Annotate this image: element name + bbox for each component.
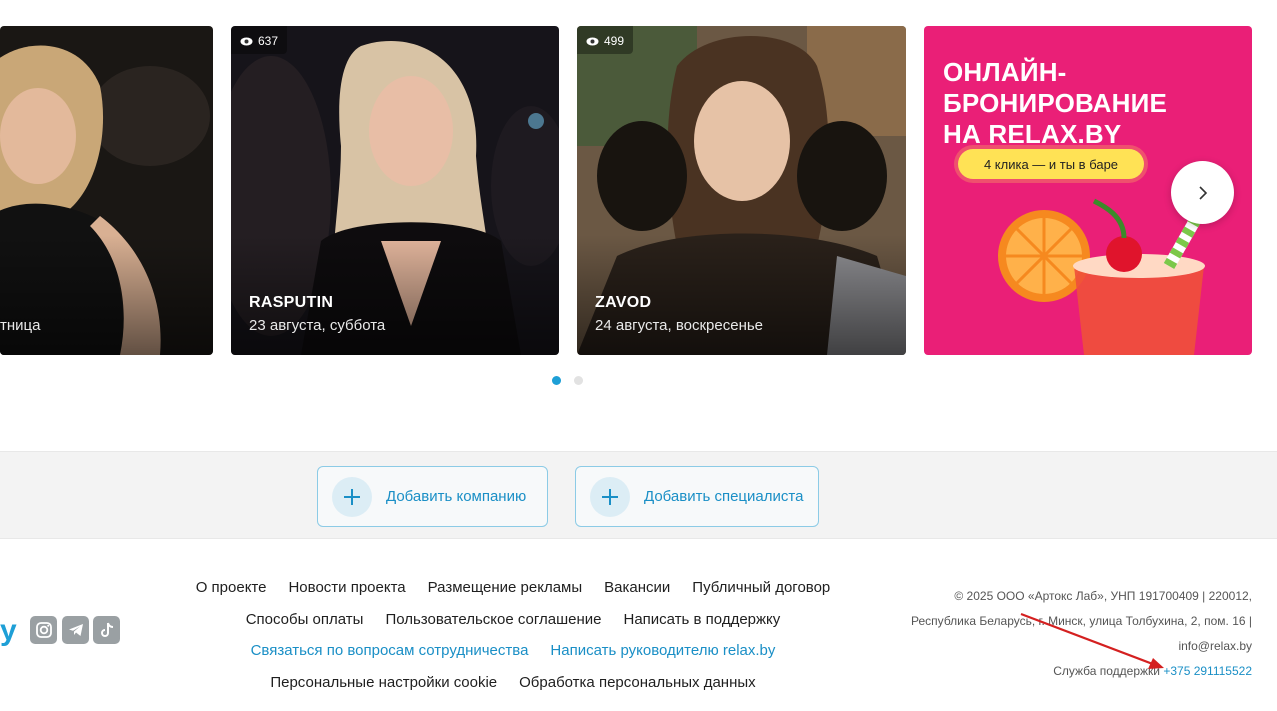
event-card-rasputin[interactable]: 637 RASPUTIN 23 августа, суббота bbox=[231, 26, 559, 355]
plus-icon bbox=[332, 476, 372, 517]
add-company-label: Добавить компанию bbox=[386, 488, 527, 505]
add-specialist-button[interactable]: Добавить специалиста bbox=[575, 466, 819, 527]
pagination-dot[interactable] bbox=[574, 376, 583, 385]
legal-email[interactable]: info@relax.by bbox=[892, 634, 1252, 659]
promo-pill: 4 клика — и ты в баре bbox=[958, 149, 1144, 179]
footer-link-vacancies[interactable]: Вакансии bbox=[604, 579, 670, 596]
view-counter: 499 bbox=[577, 26, 634, 54]
footer-link-about[interactable]: О проекте bbox=[196, 579, 267, 596]
card-shade bbox=[0, 235, 213, 355]
add-listing-band: Добавить компанию Добавить специалиста bbox=[0, 451, 1277, 539]
footer-link-cooperation[interactable]: Связаться по вопросам сотрудничества bbox=[251, 642, 529, 659]
footer-link-advertising[interactable]: Размещение рекламы bbox=[428, 579, 583, 596]
footer-link-public-contract[interactable]: Публичный договор bbox=[692, 579, 830, 596]
support-label: Служба поддержки bbox=[1053, 664, 1160, 678]
footer-link-cookie-settings[interactable]: Персональные настройки cookie bbox=[270, 674, 497, 691]
instagram-icon[interactable] bbox=[30, 616, 57, 644]
footer-link-user-agreement[interactable]: Пользовательское соглашение bbox=[385, 611, 601, 628]
event-venue: RASPUTIN bbox=[249, 294, 334, 311]
event-venue: ZAVOD bbox=[595, 294, 652, 311]
page: тница 637 RASPUTIN 23 августа, суббота 4… bbox=[0, 0, 1277, 711]
footer-link-payment[interactable]: Способы оплаты bbox=[246, 611, 364, 628]
eye-icon bbox=[586, 37, 599, 45]
footer-links-row: Персональные настройки cookie Обработка … bbox=[170, 667, 856, 699]
views-count: 637 bbox=[258, 34, 279, 48]
footer-links-row: Связаться по вопросам сотрудничества Нап… bbox=[170, 635, 856, 667]
event-date: 24 августа, воскресенье bbox=[595, 317, 764, 334]
telegram-icon[interactable] bbox=[62, 616, 89, 644]
event-date: 23 августа, суббота bbox=[249, 317, 386, 334]
event-card-zavod[interactable]: 499 ZAVOD 24 августа, воскресенье bbox=[577, 26, 906, 355]
site-logo-fragment[interactable]: y bbox=[0, 614, 17, 648]
carousel-next-button[interactable] bbox=[1171, 161, 1234, 224]
footer-links-row: О проекте Новости проекта Размещение рек… bbox=[170, 572, 856, 604]
tiktok-icon[interactable] bbox=[93, 616, 120, 644]
add-specialist-label: Добавить специалиста bbox=[644, 488, 804, 505]
support-line: Служба поддержки +375 291115522 bbox=[892, 659, 1252, 684]
support-phone-link[interactable]: +375 291115522 bbox=[1163, 664, 1252, 678]
footer-links: О проекте Новости проекта Размещение рек… bbox=[170, 572, 856, 698]
add-company-button[interactable]: Добавить компанию bbox=[317, 466, 548, 527]
chevron-right-icon bbox=[1198, 185, 1207, 200]
footer-link-news[interactable]: Новости проекта bbox=[288, 579, 405, 596]
carousel-pagination bbox=[552, 376, 583, 385]
footer-link-support[interactable]: Написать в поддержку bbox=[624, 611, 781, 628]
legal-line: © 2025 ООО «Артокс Лаб», УНП 191700409 |… bbox=[954, 589, 1252, 603]
footer-link-personal-data[interactable]: Обработка персональных данных bbox=[519, 674, 756, 691]
plus-icon bbox=[590, 476, 630, 517]
event-date: тница bbox=[0, 317, 41, 334]
event-card-partial[interactable]: тница bbox=[0, 26, 213, 355]
view-counter: 637 bbox=[231, 26, 288, 54]
views-count: 499 bbox=[604, 34, 625, 48]
footer-legal: © 2025 ООО «Артокс Лаб», УНП 191700409 |… bbox=[892, 584, 1252, 684]
legal-line: Республика Беларусь, г. Минск, улица Тол… bbox=[911, 614, 1252, 628]
pagination-dot-active[interactable] bbox=[552, 376, 561, 385]
promo-headline: ОНЛАЙН- БРОНИРОВАНИЕ НА RELAX.BY bbox=[943, 57, 1168, 149]
footer-link-write-director[interactable]: Написать руководителю relax.by bbox=[550, 642, 775, 659]
eye-icon bbox=[240, 37, 253, 45]
footer-links-row: Способы оплаты Пользовательское соглашен… bbox=[170, 604, 856, 636]
